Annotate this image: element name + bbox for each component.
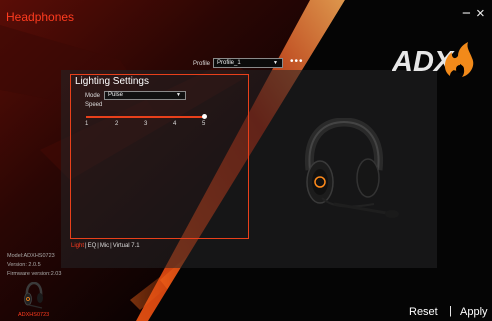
mode-select[interactable]: Pulse ▼ [104, 91, 186, 100]
settings-tabs: Light|EQ|Mic|Virtual 7.1 [71, 243, 140, 249]
speed-tick-2: 2 [115, 121, 119, 127]
app-title: Headphones [6, 10, 75, 24]
mode-label: Mode [85, 93, 101, 99]
tab-mic[interactable]: Mic [100, 243, 109, 249]
speed-slider-thumb[interactable] [202, 114, 207, 119]
tab-separator: | [110, 243, 112, 249]
tab-light[interactable]: Light [71, 243, 84, 249]
mode-select-value: Pulse [108, 92, 124, 98]
device-thumbnail[interactable] [22, 282, 46, 309]
close-icon[interactable]: × [476, 6, 485, 21]
speed-tick-3: 3 [144, 121, 148, 127]
speed-tick-5: 5 [202, 121, 206, 127]
more-icon[interactable]: ••• [290, 57, 304, 67]
chevron-down-icon: ▼ [176, 92, 181, 98]
reset-button[interactable]: Reset [409, 306, 438, 318]
footer-separator: | [449, 305, 452, 317]
minimize-icon[interactable]: − [462, 6, 471, 21]
model-info: Model:ADXHS0723 [7, 253, 55, 259]
profile-label: Profile [193, 61, 211, 67]
speed-tick-4: 4 [173, 121, 177, 127]
brand-logo: ADX [392, 42, 474, 78]
headset-image [304, 118, 399, 218]
chevron-down-icon: ▼ [273, 60, 278, 66]
profile-select-value: Profile_1 [217, 60, 241, 66]
tab-separator: | [97, 243, 99, 249]
speed-tick-1: 1 [85, 121, 89, 127]
tab-eq[interactable]: EQ [88, 243, 97, 249]
lighting-settings-title: Lighting Settings [75, 76, 149, 87]
tab-virtual-7-1[interactable]: Virtual 7.1 [113, 243, 140, 249]
speed-label: Speed [85, 102, 103, 108]
apply-button[interactable]: Apply [460, 306, 488, 318]
device-name: ADXHS0723 [18, 312, 50, 318]
version-info: Version: 2.0.5 [7, 262, 41, 268]
profile-select[interactable]: Profile_1 ▼ [213, 58, 283, 68]
firmware-info: Firmware version:2.03 [7, 271, 62, 277]
speed-slider-track[interactable] [86, 116, 205, 118]
tab-separator: | [85, 243, 87, 249]
